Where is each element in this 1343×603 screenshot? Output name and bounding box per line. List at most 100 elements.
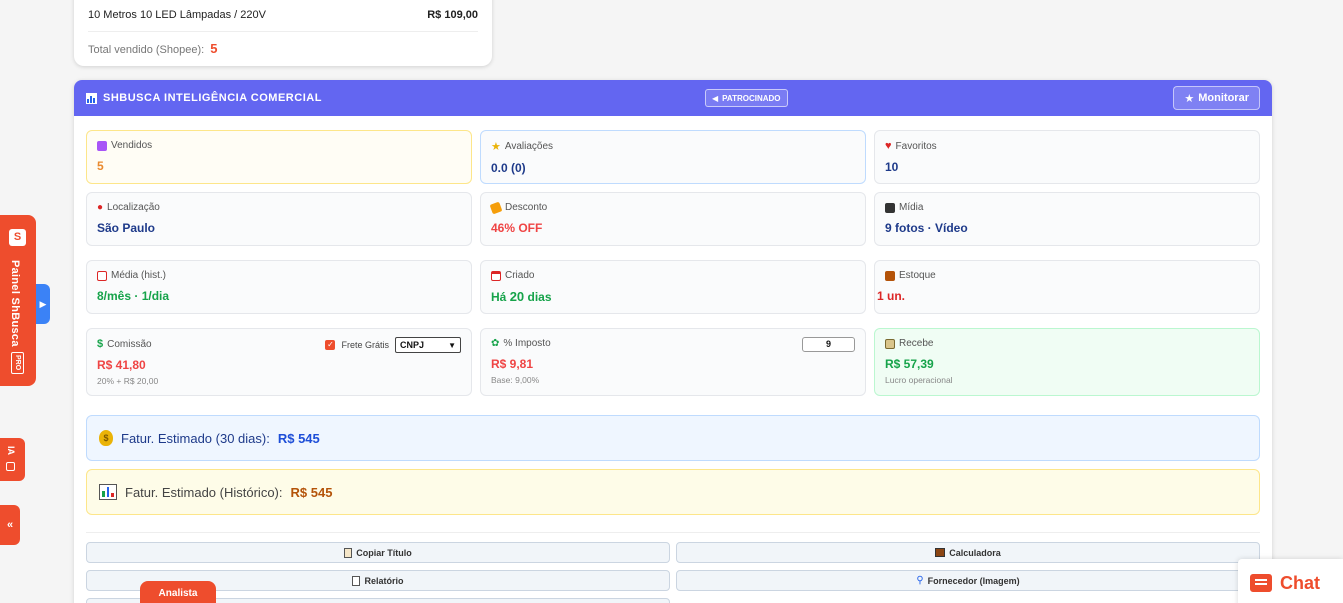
divider — [86, 532, 1260, 533]
card-label: Vendidos — [111, 140, 153, 151]
side-panel-label: Painel ShBusca — [9, 260, 21, 347]
box-icon — [885, 270, 895, 281]
chevron-right-icon: ▶ — [39, 299, 47, 309]
card-label: Desconto — [505, 202, 548, 213]
card-value: 46% OFF — [491, 221, 543, 235]
calendar-icon — [491, 270, 501, 281]
star-icon: ★ — [491, 141, 501, 153]
panel-header: SHBUSCA INTELIGÊNCIA COMERCIAL ◀ PATROCI… — [74, 80, 1272, 116]
shbusca-panel-tab[interactable]: S Painel ShBusca PRO — [0, 215, 36, 386]
frete-gratis-toggle: ✓ Frete Grátis CNPJ ▼ — [325, 337, 461, 353]
star-icon: ★ — [1184, 92, 1195, 105]
card-value: 9 fotos · Vídeo — [885, 221, 968, 235]
card-value: 8/mês · 1/dia — [97, 289, 170, 303]
abacus-icon — [935, 548, 946, 557]
card-label: Criado — [505, 270, 535, 281]
seller-type-select[interactable]: CNPJ ▼ — [395, 337, 461, 353]
bar-chart-icon — [99, 484, 117, 500]
seller-type-value: CNPJ — [400, 340, 425, 350]
card-desconto: Desconto 46% OFF — [480, 192, 866, 246]
calculator-button[interactable]: Calculadora — [676, 542, 1260, 563]
card-label: Avaliações — [504, 141, 554, 152]
card-sub: Base: 9,00% — [491, 375, 540, 385]
product-name: 10 Metros 10 LED Lâmpadas / 220V — [88, 8, 266, 21]
card-estoque: Estoque 1 un. — [874, 260, 1260, 314]
estimate-historic-label: Fatur. Estimado (Histórico): — [125, 484, 283, 500]
card-label: Média (hist.) — [111, 270, 167, 281]
frete-gratis-checkbox[interactable]: ✓ — [325, 340, 336, 350]
card-value: R$ 57,39 — [885, 357, 934, 371]
card-value: 10 — [885, 160, 899, 174]
chart-icon — [86, 92, 97, 104]
card-value: 1 un. — [877, 289, 906, 303]
card-label: Comissão — [107, 338, 152, 350]
analista-tab[interactable]: Analista — [140, 581, 216, 603]
card-sub: 20% + R$ 20,00 — [97, 376, 159, 386]
card-favoritos: ♥ Favoritos 10 — [874, 130, 1260, 184]
collapse-tab[interactable]: « — [0, 505, 20, 545]
trend-chart-icon — [97, 270, 107, 281]
total-sold-label: Total vendido (Shopee): — [88, 44, 205, 56]
camera-icon — [885, 202, 895, 213]
shopee-bag-icon: S — [9, 229, 26, 246]
chat-bubble-icon — [1250, 574, 1272, 592]
tax-percent-input[interactable]: 9 — [802, 337, 855, 352]
copy-title-button[interactable]: Copiar Título — [86, 542, 670, 563]
card-recebe: Recebe R$ 57,39 Lucro operacional — [874, 328, 1260, 396]
robot-icon — [6, 462, 15, 471]
expand-arrow-tab[interactable]: ▶ — [36, 284, 50, 324]
monitor-button-label: Monitorar — [1198, 92, 1249, 104]
estimate-historic: Fatur. Estimado (Histórico): R$ 545 — [86, 469, 1260, 515]
card-sub: Lucro operacional — [885, 375, 953, 385]
tax-icon: ✿ — [491, 338, 500, 349]
tag-icon — [489, 201, 503, 214]
ia-tab[interactable]: IA — [0, 438, 25, 481]
card-midia: Mídia 9 fotos · Vídeo — [874, 192, 1260, 246]
sponsored-badge: ◀ PATROCINADO — [705, 89, 788, 107]
frete-gratis-label: Frete Grátis — [341, 340, 389, 350]
pro-badge: PRO — [11, 352, 24, 374]
money-bag-icon: $ — [99, 430, 113, 446]
pin-icon: ● — [97, 202, 104, 213]
created-days: 20 — [509, 289, 525, 304]
panel-title: SHBUSCA INTELIGÊNCIA COMERCIAL — [86, 92, 322, 104]
card-value: R$ 9,81 — [491, 357, 534, 371]
total-sold-value: 5 — [210, 41, 218, 56]
card-criado: Criado Há 20 dias — [480, 260, 866, 314]
card-label: Localização — [107, 202, 160, 213]
card-avaliacoes: ★ Avaliações 0.0 (0) — [480, 130, 866, 184]
estimate-30-label: Fatur. Estimado (30 dias): — [121, 430, 270, 446]
monitor-button[interactable]: ★ Monitorar — [1173, 86, 1260, 110]
created-prefix: Há — [491, 290, 507, 304]
calculator-label: Calculadora — [949, 547, 1001, 558]
chat-button[interactable]: Chat — [1238, 559, 1343, 603]
product-row: 10 Metros 10 LED Lâmpadas / 220V R$ 109,… — [88, 0, 478, 32]
magnifier-icon: ⚲ — [916, 575, 924, 586]
card-label: % Imposto — [503, 338, 551, 349]
card-media: Média (hist.) 8/mês · 1/dia — [86, 260, 472, 314]
card-value: 5 — [97, 159, 104, 173]
card-imposto: ✿% Imposto 9 R$ 9,81 Base: 9,00% — [480, 328, 866, 396]
supplier-image-button[interactable]: ⚲ Fornecedor (Imagem) — [676, 570, 1260, 591]
intelligence-panel: SHBUSCA INTELIGÊNCIA COMERCIAL ◀ PATROCI… — [74, 80, 1272, 603]
card-value: Há 20 dias — [491, 289, 855, 304]
card-localizacao: ● Localização São Paulo — [86, 192, 472, 246]
total-sold: Total vendido (Shopee): 5 — [88, 32, 478, 56]
panel-title-text: SHBUSCA INTELIGÊNCIA COMERCIAL — [103, 92, 322, 104]
card-label: Favoritos — [895, 140, 937, 152]
card-value: 0.0 (0) — [491, 161, 526, 175]
product-summary-card: 10 Metros 10 LED Lâmpadas / 220V R$ 109,… — [74, 0, 492, 66]
card-vendidos: Vendidos 5 — [86, 130, 472, 184]
estimate-30-days: $ Fatur. Estimado (30 dias): R$ 545 — [86, 415, 1260, 461]
estimate-30-value: R$ 545 — [277, 430, 320, 446]
megaphone-icon: ◀ — [712, 93, 719, 103]
ia-label: IA — [6, 446, 16, 455]
chevron-down-icon: ▼ — [448, 340, 456, 350]
heart-icon: ♥ — [885, 140, 892, 152]
created-suffix: dias — [527, 290, 552, 304]
estimate-historic-value: R$ 545 — [290, 484, 333, 500]
chat-label: Chat — [1280, 572, 1320, 593]
card-value: São Paulo — [97, 221, 156, 235]
card-label: Recebe — [899, 338, 934, 349]
copy-title-label: Copiar Título — [356, 547, 412, 558]
